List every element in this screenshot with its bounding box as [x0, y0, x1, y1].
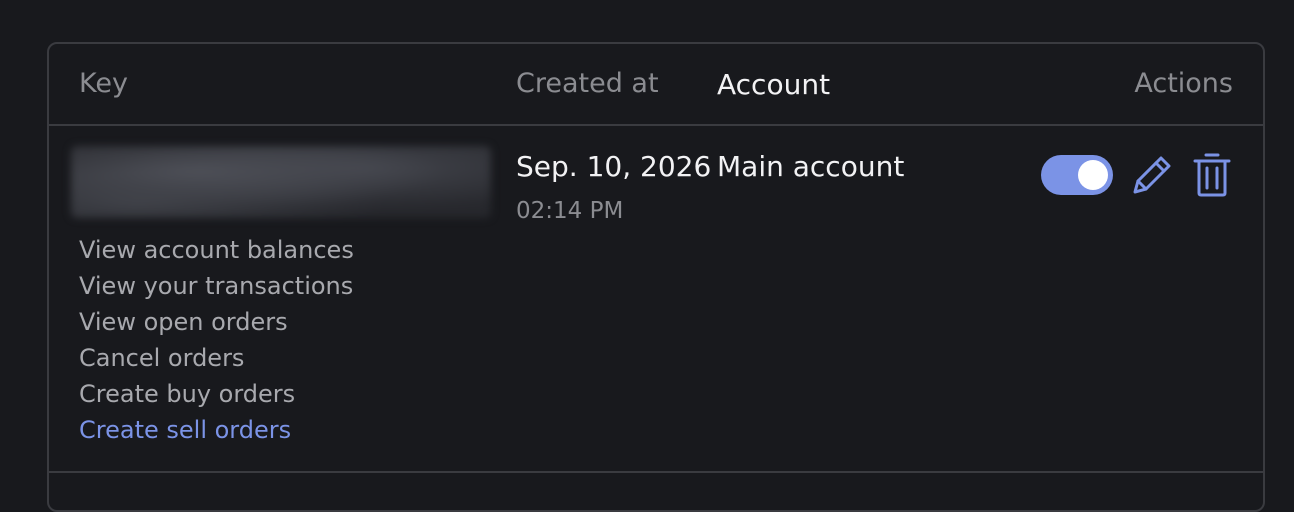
- column-header-actions: Actions: [1134, 68, 1233, 99]
- delete-key-button[interactable]: [1192, 152, 1232, 198]
- permission-item: View account balances: [79, 236, 354, 264]
- column-header-key: Key: [79, 68, 128, 99]
- permission-item-highlighted[interactable]: Create sell orders: [79, 412, 354, 448]
- table-header: Key Created at Account Actions: [49, 44, 1263, 126]
- enable-key-toggle[interactable]: [1041, 155, 1113, 195]
- created-date: Sep. 10, 2026: [516, 150, 712, 183]
- account-name: Main account: [717, 150, 905, 183]
- edit-key-button[interactable]: [1129, 152, 1175, 198]
- pencil-icon: [1133, 156, 1171, 194]
- table-row: View account balances View your transact…: [49, 126, 1263, 473]
- permission-list: View account balances View your transact…: [79, 232, 354, 448]
- permission-item: Create buy orders: [79, 380, 296, 408]
- column-header-created-at: Created at: [516, 68, 659, 99]
- api-key-value-redacted: [71, 146, 491, 218]
- trash-icon: [1193, 153, 1231, 197]
- created-time: 02:14 PM: [516, 198, 624, 224]
- permission-item: View open orders: [79, 308, 288, 336]
- permission-item: View your transactions: [79, 272, 354, 300]
- api-keys-table: Key Created at Account Actions View acco…: [47, 42, 1265, 512]
- permission-item: Cancel orders: [79, 344, 245, 372]
- column-header-account: Account: [717, 68, 831, 101]
- toggle-knob: [1078, 160, 1108, 190]
